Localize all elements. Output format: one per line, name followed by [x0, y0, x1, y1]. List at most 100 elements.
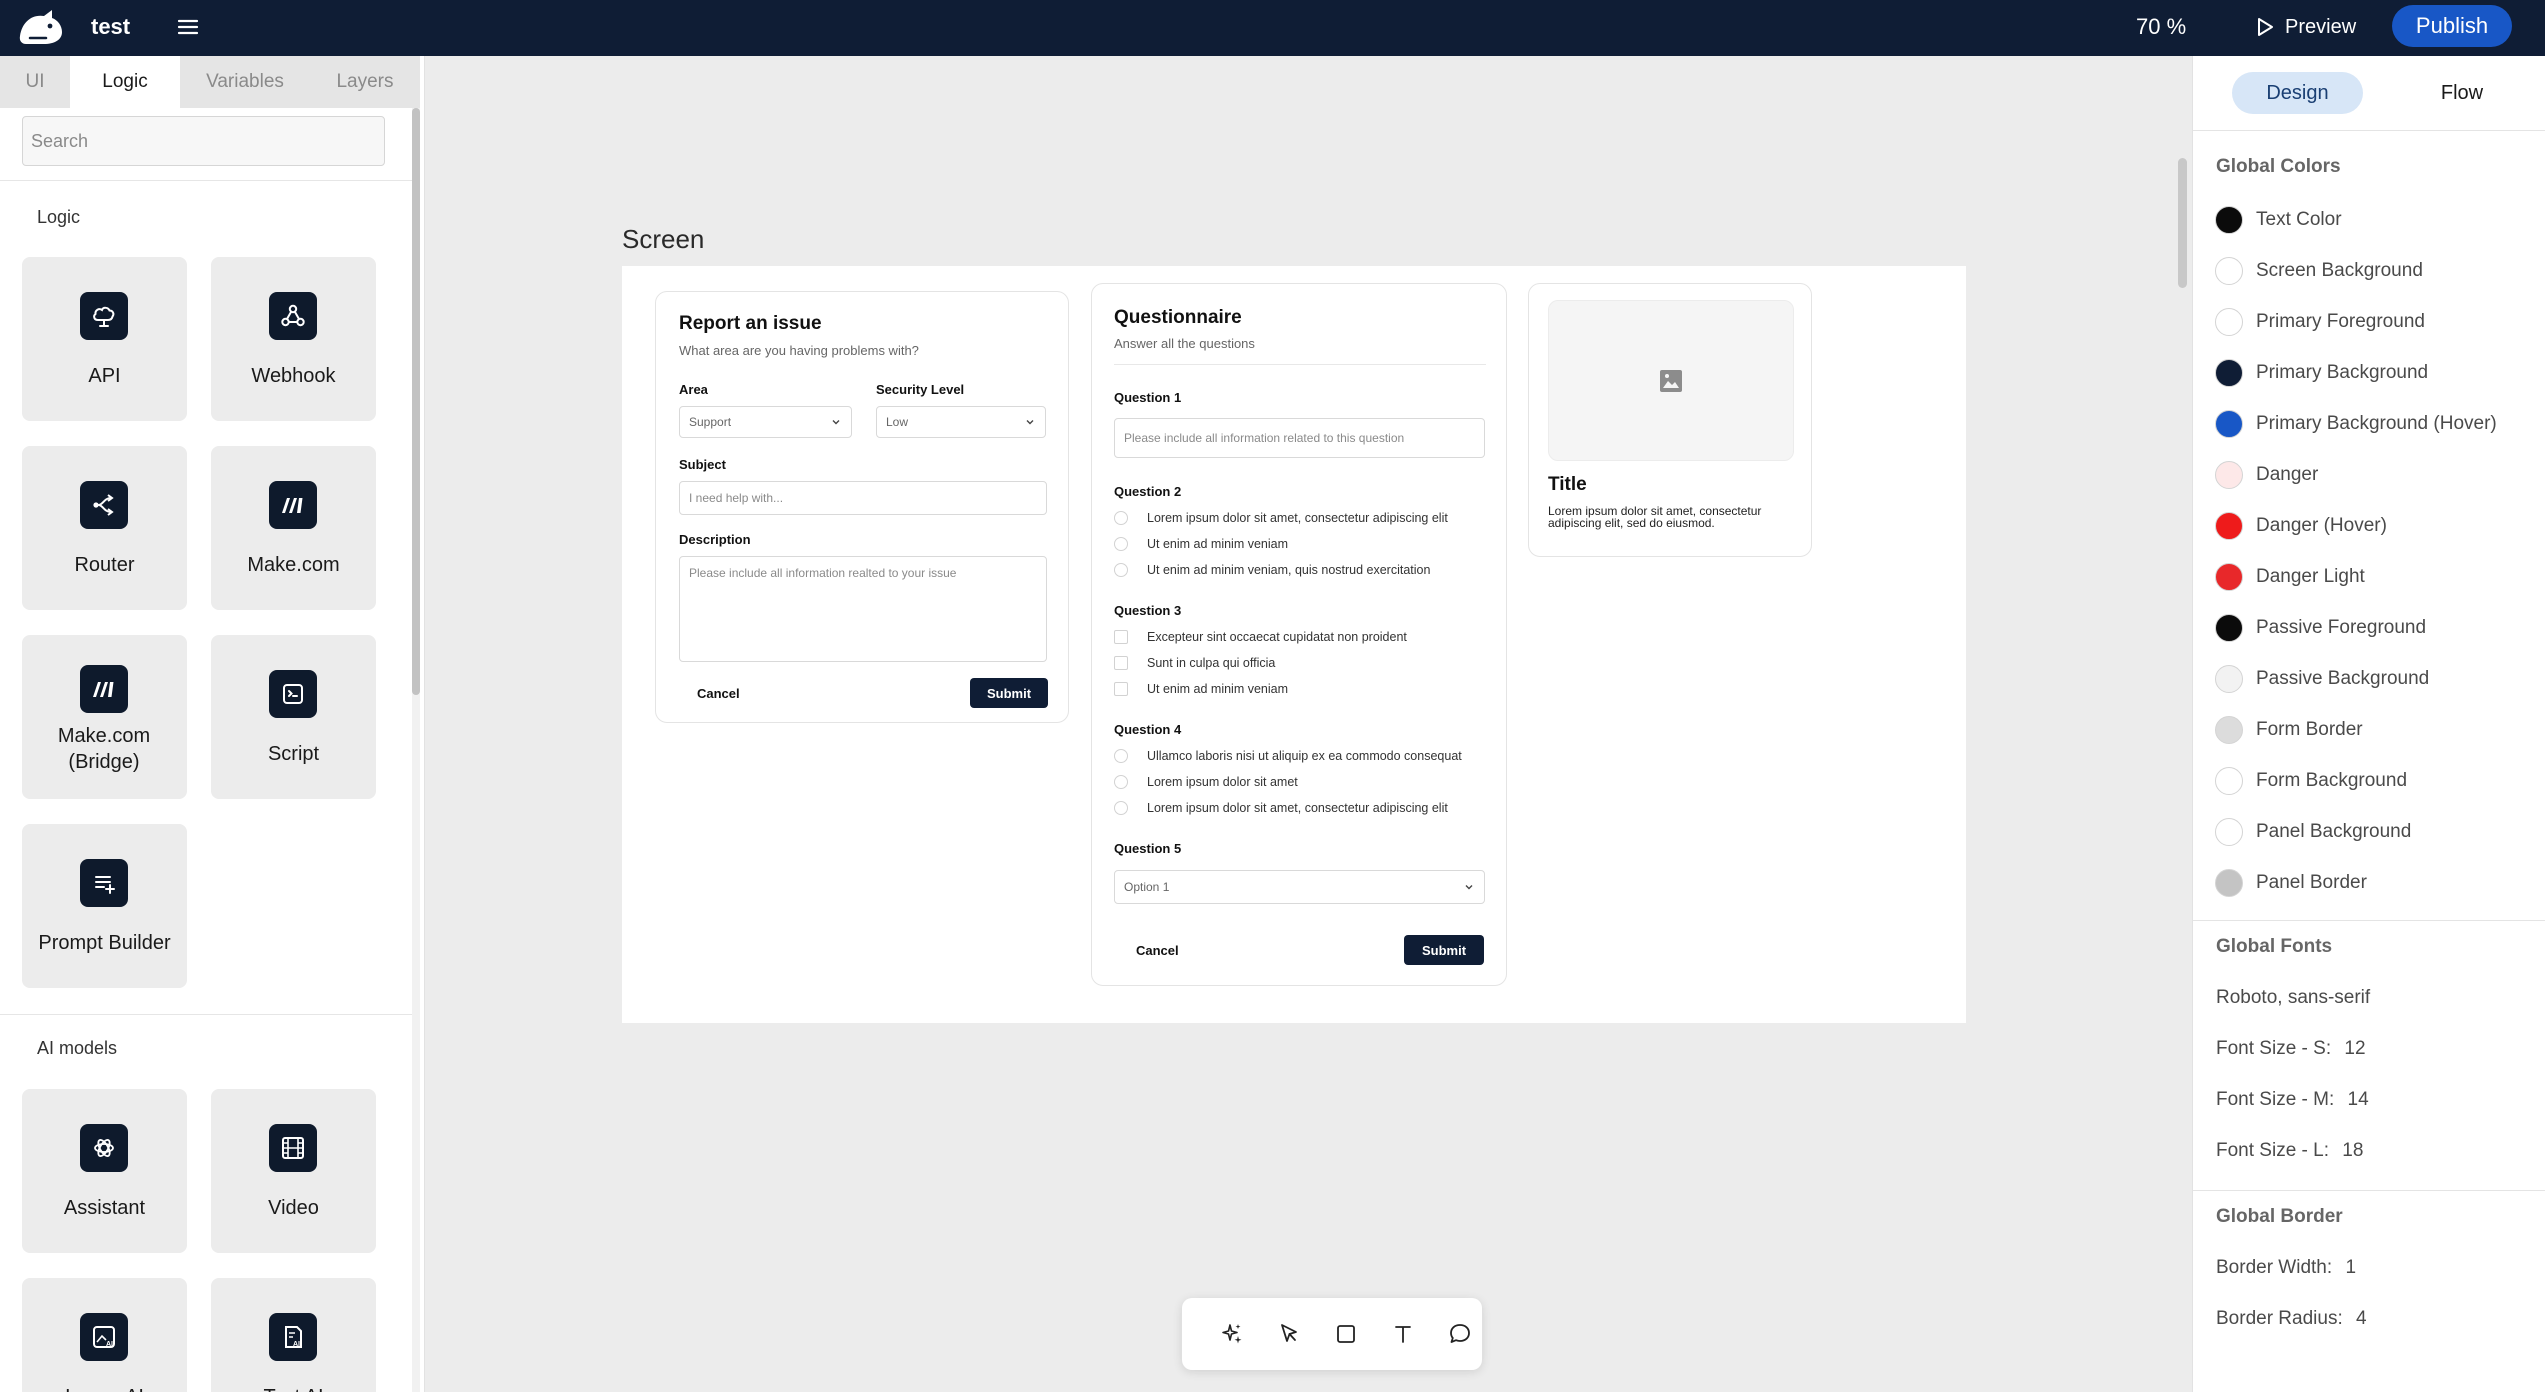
radio-option[interactable]: [1114, 511, 1128, 525]
color-swatch[interactable]: [2215, 767, 2243, 795]
subject-input[interactable]: I need help with...: [679, 481, 1047, 515]
security-level-select[interactable]: Low: [876, 406, 1046, 438]
checkbox-option[interactable]: [1114, 682, 1128, 696]
color-swatch[interactable]: [2215, 563, 2243, 591]
component-card-prompt-builder[interactable]: Prompt Builder: [22, 824, 187, 988]
publish-button[interactable]: Publish: [2392, 5, 2512, 47]
pointer-icon[interactable]: [1274, 1319, 1304, 1349]
left-panel: UI Logic Variables Layers Logic API Webh…: [0, 56, 425, 1392]
font-size-m[interactable]: Font Size - M: 14: [2216, 1089, 2369, 1111]
color-row-text-color[interactable]: Text Color: [2215, 205, 2535, 235]
component-card-router[interactable]: Router: [22, 446, 187, 610]
color-row-passive-foreground[interactable]: Passive Foreground: [2215, 613, 2535, 643]
color-swatch[interactable]: [2215, 614, 2243, 642]
color-swatch[interactable]: [2215, 869, 2243, 897]
border-radius[interactable]: Border Radius: 4: [2216, 1308, 2367, 1330]
color-row-passive-background[interactable]: Passive Background: [2215, 664, 2535, 694]
component-card-assistant[interactable]: Assistant: [22, 1089, 187, 1253]
radio-option[interactable]: [1114, 749, 1128, 763]
color-row-primary-foreground[interactable]: Primary Foreground: [2215, 307, 2535, 337]
component-card-webhook[interactable]: Webhook: [211, 257, 376, 421]
submit-button[interactable]: Submit: [1404, 935, 1484, 965]
color-swatch[interactable]: [2215, 716, 2243, 744]
color-row-danger-hover[interactable]: Danger (Hover): [2215, 511, 2535, 541]
comment-icon[interactable]: [1445, 1319, 1475, 1349]
color-row-panel-background[interactable]: Panel Background: [2215, 817, 2535, 847]
color-swatch[interactable]: [2215, 665, 2243, 693]
component-card-video[interactable]: Video: [211, 1089, 376, 1253]
radio-option[interactable]: [1114, 537, 1128, 551]
cancel-button[interactable]: Cancel: [1136, 943, 1179, 958]
border-radius-value[interactable]: 4: [2356, 1308, 2367, 1329]
color-swatch[interactable]: [2215, 257, 2243, 285]
tab-ui[interactable]: UI: [0, 56, 70, 108]
make-logo-icon: [269, 481, 317, 529]
font-size-s[interactable]: Font Size - S: 12: [2216, 1038, 2366, 1060]
color-row-primary-background-hover[interactable]: Primary Background (Hover): [2215, 409, 2535, 439]
component-card-script[interactable]: Script: [211, 635, 376, 799]
checkbox-option[interactable]: [1114, 630, 1128, 644]
color-swatch[interactable]: [2215, 461, 2243, 489]
question-5-select[interactable]: Option 1: [1114, 870, 1485, 904]
font-size-m-value[interactable]: 14: [2348, 1089, 2369, 1110]
color-swatch[interactable]: [2215, 308, 2243, 336]
canvas-scrollbar[interactable]: [2178, 158, 2187, 288]
font-size-l[interactable]: Font Size - L: 18: [2216, 1140, 2363, 1162]
component-label: Text AI: [211, 1384, 376, 1392]
tab-variables[interactable]: Variables: [180, 56, 310, 108]
submit-button[interactable]: Submit: [970, 678, 1048, 708]
component-card-text-ai[interactable]: AI Text AI: [211, 1278, 376, 1392]
cancel-button[interactable]: Cancel: [697, 686, 740, 701]
hamburger-menu-icon[interactable]: [175, 14, 201, 40]
preview-label: Preview: [2285, 15, 2357, 38]
color-row-screen-background[interactable]: Screen Background: [2215, 256, 2535, 286]
content-card[interactable]: Title Lorem ipsum dolor sit amet, consec…: [1528, 283, 1812, 557]
report-issue-form[interactable]: Report an issue What area are you having…: [655, 291, 1069, 723]
search-input[interactable]: [22, 116, 385, 166]
color-row-primary-background[interactable]: Primary Background: [2215, 358, 2535, 388]
text-icon[interactable]: [1388, 1319, 1418, 1349]
component-card-api[interactable]: API: [22, 257, 187, 421]
font-family-value[interactable]: Roboto, sans-serif: [2216, 987, 2370, 1009]
border-width-value[interactable]: 1: [2345, 1257, 2356, 1278]
question-1-input[interactable]: Please include all information related t…: [1114, 418, 1485, 458]
checkbox-option[interactable]: [1114, 656, 1128, 670]
component-card-make-bridge[interactable]: Make.com (Bridge): [22, 635, 187, 799]
component-card-make[interactable]: Make.com: [211, 446, 376, 610]
color-row-form-background[interactable]: Form Background: [2215, 766, 2535, 796]
color-swatch[interactable]: [2215, 818, 2243, 846]
screen-frame[interactable]: Report an issue What area are you having…: [622, 266, 1966, 1023]
font-size-l-value[interactable]: 18: [2342, 1140, 2363, 1161]
area-select[interactable]: Support: [679, 406, 852, 438]
app-logo-icon[interactable]: [16, 6, 66, 50]
color-swatch[interactable]: [2215, 410, 2243, 438]
component-card-image-ai[interactable]: AI Image AI: [22, 1278, 187, 1392]
border-width[interactable]: Border Width: 1: [2216, 1257, 2356, 1279]
ai-sparkle-icon[interactable]: [1217, 1319, 1247, 1349]
tab-design[interactable]: Design: [2232, 72, 2363, 114]
radio-option[interactable]: [1114, 775, 1128, 789]
radio-option-label: Ut enim ad minim veniam, quis nostrud ex…: [1147, 563, 1431, 577]
screen-title[interactable]: Screen: [622, 224, 704, 255]
checkbox-option-label: Ut enim ad minim veniam: [1147, 682, 1289, 696]
router-icon: [80, 481, 128, 529]
radio-option[interactable]: [1114, 801, 1128, 815]
left-panel-scrollbar[interactable]: [412, 108, 420, 695]
color-swatch[interactable]: [2215, 206, 2243, 234]
tab-layers[interactable]: Layers: [310, 56, 420, 108]
color-row-form-border[interactable]: Form Border: [2215, 715, 2535, 745]
tab-logic[interactable]: Logic: [70, 56, 180, 108]
color-swatch[interactable]: [2215, 359, 2243, 387]
questionnaire-form[interactable]: Questionnaire Answer all the questions Q…: [1091, 283, 1507, 986]
color-row-danger[interactable]: Danger: [2215, 460, 2535, 490]
color-swatch[interactable]: [2215, 512, 2243, 540]
tab-flow[interactable]: Flow: [2412, 72, 2512, 114]
preview-button[interactable]: Preview: [2255, 10, 2356, 44]
font-size-s-value[interactable]: 12: [2344, 1038, 2365, 1059]
color-row-danger-light[interactable]: Danger Light: [2215, 562, 2535, 592]
radio-option[interactable]: [1114, 563, 1128, 577]
rectangle-icon[interactable]: [1331, 1319, 1361, 1349]
zoom-level[interactable]: 70 %: [2136, 14, 2186, 40]
description-textarea[interactable]: Please include all information realted t…: [679, 556, 1047, 662]
color-row-panel-border[interactable]: Panel Border: [2215, 868, 2535, 898]
